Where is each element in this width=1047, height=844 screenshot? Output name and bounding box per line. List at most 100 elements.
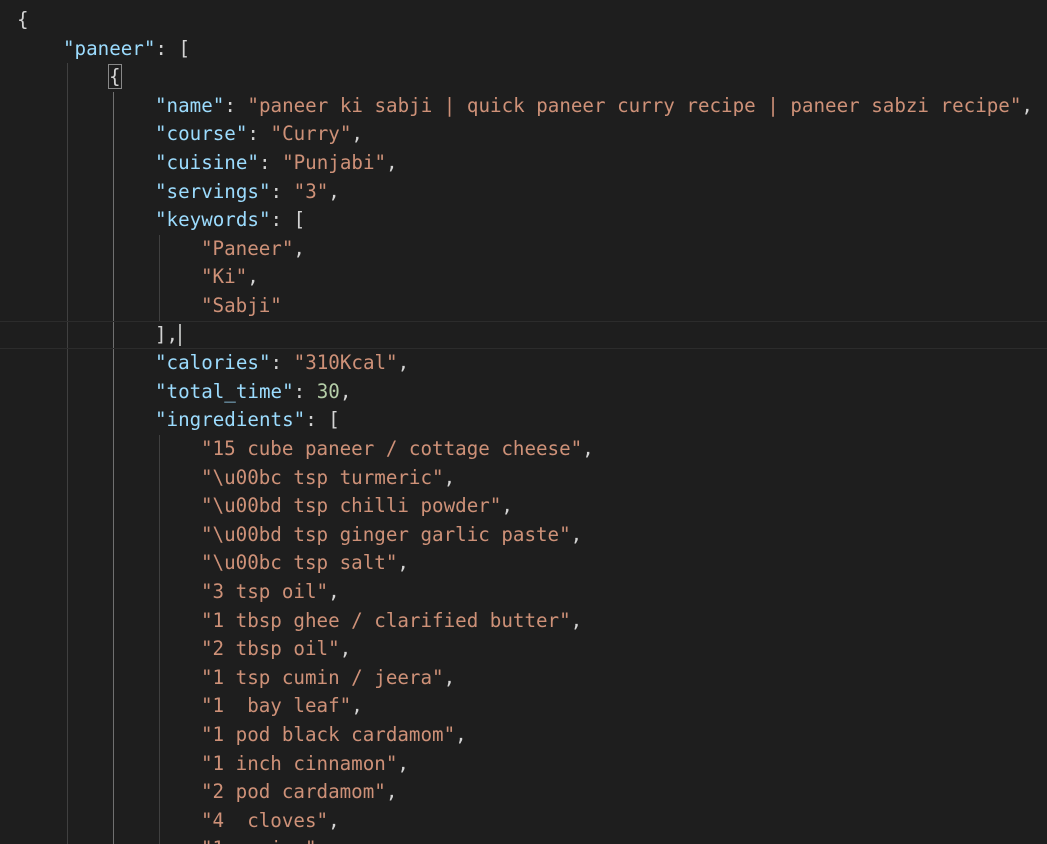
indent-guide [67,263,68,292]
code-line[interactable]: { [0,6,1047,35]
code-line[interactable]: "1 tbsp ghee / clarified butter", [0,606,1047,636]
json-string: "paneer ki sabji | quick paneer curry re… [247,93,1022,117]
json-punctuation: : [270,351,294,375]
code-text: "\u00bd tsp chilli powder", [201,492,513,521]
json-punctuation: , [351,122,363,146]
indent-guide [159,520,160,550]
indent-guide [113,835,114,844]
code-text: "calories": "310Kcal", [155,349,409,378]
json-punctuation: : [247,122,271,146]
code-line[interactable]: "\u00bc tsp turmeric", [0,463,1047,493]
code-text: "ingredients": [ [155,406,340,435]
code-line[interactable]: "Ki", [0,263,1047,292]
code-text: "cuisine": "Punjabi", [155,149,398,178]
code-line[interactable]: "2 pod cardamom", [0,778,1047,807]
code-text: "keywords": [ [155,206,305,235]
code-line[interactable]: "1 tsp cumin / jeera", [0,663,1047,693]
code-line[interactable]: "\u00bd tsp chilli powder", [0,492,1047,521]
json-key: "keywords" [155,208,271,232]
json-number: 30 [316,379,340,403]
code-line[interactable]: "calories": "310Kcal", [0,349,1047,378]
code-line[interactable]: "1 pod black cardamom", [0,721,1047,750]
code-line[interactable]: "paneer": [ [0,35,1047,64]
indent-guide [159,663,160,693]
indent-guide [113,149,114,178]
code-line[interactable]: "keywords": [ [0,206,1047,235]
code-line[interactable]: { [0,63,1047,92]
json-punctuation: : [270,179,294,203]
code-text: "1 inch cinnamon", [201,750,409,779]
code-line[interactable]: "servings": "3", [0,177,1047,207]
json-key: "servings" [155,179,271,203]
code-text: { [17,6,29,35]
code-line[interactable]: "Sabji" [0,292,1047,321]
code-line[interactable]: "name": "paneer ki sabji | quick paneer … [0,91,1047,121]
indent-guide [159,435,160,464]
indent-guide [113,234,114,264]
indent-guide [67,435,68,464]
code-line[interactable]: "4 cloves", [0,806,1047,836]
indent-guide [67,749,68,779]
code-line[interactable]: "1 inch cinnamon", [0,749,1047,779]
indent-guide [113,778,114,807]
indent-guide [113,177,114,207]
indent-guide [67,149,68,178]
json-punctuation: , [397,351,410,375]
indent-guide [67,635,68,664]
indent-guide [113,463,114,493]
json-string: "310Kcal" [293,351,398,375]
indent-guide [67,206,68,235]
json-string: "15 cube paneer / cottage cheese" [201,437,583,460]
indent-guide [159,463,160,493]
indent-guide [67,578,68,607]
code-line[interactable]: "3 tsp oil", [0,578,1047,607]
indent-guide [159,692,160,721]
json-string: "3 tsp oil" [201,580,329,603]
indent-guide [113,435,114,464]
indent-guide [67,463,68,493]
indent-guide [113,635,114,664]
indent-guide [67,234,68,264]
json-punctuation: , [570,608,583,632]
code-line-current[interactable]: ], [0,320,1047,350]
code-line[interactable]: "ingredients": [ [0,406,1047,435]
json-string: "\u00bc tsp salt" [201,551,398,575]
code-line[interactable]: "2 tbsp oil", [0,635,1047,664]
json-punctuation: , [328,580,340,603]
code-line[interactable]: "total_time": 30, [0,377,1047,407]
json-punctuation: : [224,93,248,117]
indent-guide [159,292,160,321]
code-line[interactable]: "\u00bd tsp ginger garlic paste", [0,520,1047,550]
indent-guide [67,520,68,550]
code-text: "1 bay leaf", [201,692,363,721]
code-text: "2 tbsp oil", [201,635,351,664]
json-punctuation: , [351,694,363,718]
code-line[interactable]: "course": "Curry", [0,120,1047,149]
indent-guide [159,606,160,636]
code-line[interactable]: "15 cube paneer / cottage cheese", [0,435,1047,464]
json-punctuation: : [ [270,208,306,232]
code-text: "Ki", [201,263,259,292]
json-string: "\u00bc tsp turmeric" [201,465,444,489]
json-punctuation: , [328,808,340,832]
indent-guide [67,177,68,207]
indent-guide [67,692,68,721]
json-string: "Punjabi" [282,151,387,174]
indent-guide [159,234,160,264]
code-editor[interactable]: {"paneer": [{"name": "paneer ki sabji | … [0,0,1047,844]
code-line[interactable]: "\u00bc tsp salt", [0,549,1047,578]
json-string: "4 cloves" [201,808,329,832]
code-line[interactable]: "Paneer", [0,234,1047,264]
code-line[interactable]: "1 bay leaf", [0,692,1047,721]
json-string: "2 tbsp oil" [201,637,340,661]
code-line[interactable]: "cuisine": "Punjabi", [0,149,1047,178]
code-text: "servings": "3", [155,178,340,207]
code-text: "1 tsp cumin / jeera", [201,664,455,693]
code-text: "3 tsp oil", [201,578,340,607]
json-string: "1 tsp cumin / jeera" [201,665,444,689]
json-punctuation: , [501,494,513,518]
json-punctuation: , [339,637,352,661]
json-key: "course" [155,122,248,146]
indent-guide [159,492,160,521]
code-line[interactable]: "1 onion", [0,835,1047,844]
